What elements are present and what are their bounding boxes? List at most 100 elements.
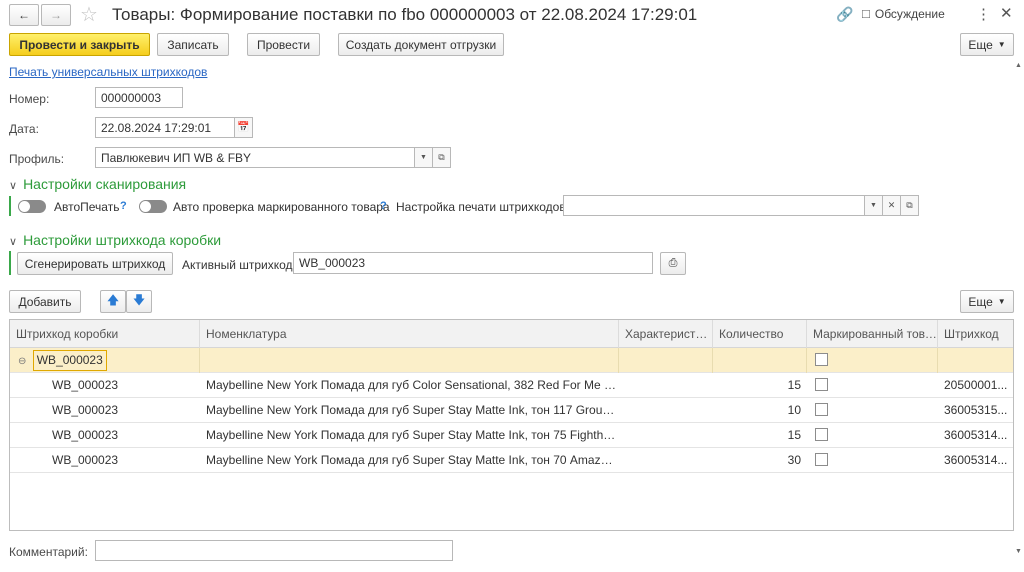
column-characteristic[interactable]: Характеристика (619, 320, 713, 348)
menu-kebab-icon[interactable]: ⋮ (976, 5, 991, 23)
open-icon: ⧉ (906, 200, 913, 210)
move-down-button[interactable]: 🡇 (126, 290, 152, 313)
group-empty-cell (619, 348, 713, 373)
printer-icon: ⎙ (668, 257, 678, 269)
discussion-label: Обсуждение (874, 6, 945, 21)
group-empty-cell (713, 348, 807, 373)
box-settings-header[interactable]: ∨ Настройки штрихкода коробки (9, 232, 221, 248)
row-barcode: 36005315... (944, 403, 1008, 417)
marked-checkbox[interactable] (815, 403, 828, 416)
marked-checkbox[interactable] (815, 428, 828, 441)
row-box-barcode: WB_000023 (52, 428, 119, 442)
active-barcode-label: Активный штрихкод: (182, 258, 296, 272)
marked-checkbox[interactable] (815, 378, 828, 391)
row-quantity: 10 (787, 403, 801, 417)
scroll-down-icon[interactable]: ▼ (1015, 548, 1022, 555)
collapse-icon[interactable]: ⊖ (18, 356, 26, 367)
column-nomenclature[interactable]: Номенклатура (200, 320, 619, 348)
row-quantity: 15 (787, 428, 801, 442)
chevron-down-icon: ▼ (997, 297, 1006, 306)
row-nomenclature: Maybelline New York Помада для губ Super… (206, 453, 619, 467)
auto-check-toggle[interactable] (139, 200, 167, 213)
row-nomenclature: Maybelline New York Помада для губ Super… (206, 403, 619, 417)
active-barcode-field[interactable]: WB_000023 (293, 252, 653, 274)
profile-dropdown-button[interactable]: ▼ (415, 147, 433, 168)
link-icon[interactable]: 🔗 (836, 6, 853, 23)
row-box-barcode: WB_000023 (52, 378, 119, 392)
row-nomenclature: Maybelline New York Помада для губ Color… (206, 378, 619, 392)
chat-icon: □ (862, 6, 870, 21)
number-label: Номер: (9, 92, 50, 106)
profile-open-button[interactable]: ⧉ (433, 147, 451, 168)
print-button[interactable]: ⎙ (660, 252, 686, 275)
auto-check-label: Авто проверка маркированного товара (173, 200, 390, 214)
scan-settings-header[interactable]: ∨ Настройки сканирования (9, 176, 186, 192)
column-box-barcode[interactable]: Штрихкод коробки (10, 320, 200, 348)
table-header: Штрихкод коробки Номенклатура Характерис… (10, 320, 1013, 348)
date-label: Дата: (9, 122, 39, 136)
table-row[interactable]: WB_000023 Maybelline New York Помада для… (10, 423, 1013, 448)
add-button[interactable]: Добавить (9, 290, 81, 313)
open-icon: ⧉ (438, 152, 445, 162)
box-settings-bar (9, 251, 11, 275)
row-barcode: 36005314... (944, 428, 1008, 442)
group-empty-cell (200, 348, 619, 373)
generate-barcode-button[interactable]: Сгенерировать штрихкод (17, 252, 173, 275)
arrow-down-icon: 🡇 (132, 293, 146, 307)
move-up-button[interactable]: 🡅 (100, 290, 126, 313)
back-button[interactable]: ← (9, 4, 39, 26)
print-barcodes-link[interactable]: Печать универсальных штрихкодов (9, 65, 207, 79)
date-field[interactable]: 22.08.2024 17:29:01 (95, 117, 235, 138)
column-marked[interactable]: Маркированный товар (807, 320, 938, 348)
table-row[interactable]: WB_000023 Maybelline New York Помада для… (10, 373, 1013, 398)
post-and-close-button[interactable]: Провести и закрыть (9, 33, 150, 56)
scroll-up-icon[interactable]: ▲ (1015, 62, 1022, 69)
print-settings-clear-button[interactable]: ✕ (883, 195, 901, 216)
arrow-left-icon: ← (18, 8, 30, 22)
column-barcode[interactable]: Штрихкод (938, 320, 1013, 348)
marked-checkbox[interactable] (815, 453, 828, 466)
profile-field[interactable]: Павлюкевич ИП WB & FBY (95, 147, 415, 168)
group-row[interactable]: ⊖ WB_000023 (10, 348, 1013, 373)
row-quantity: 15 (787, 378, 801, 392)
calendar-button[interactable]: 📅 (235, 117, 253, 138)
save-button[interactable]: Записать (157, 33, 229, 56)
marked-checkbox[interactable] (815, 353, 828, 366)
row-box-barcode: WB_000023 (52, 403, 119, 417)
box-settings-title: Настройки штрихкода коробки (23, 232, 222, 248)
window-title: Товары: Формирование поставки по fbo 000… (112, 5, 698, 24)
chevron-down-icon: ∨ (9, 236, 18, 248)
table-more-label: Еще (968, 294, 993, 309)
row-quantity: 30 (787, 453, 801, 467)
scan-settings-title: Настройки сканирования (23, 176, 187, 192)
forward-button[interactable]: → (41, 4, 71, 26)
row-barcode: 20500001... (944, 378, 1008, 392)
scan-settings-bar (9, 196, 11, 216)
autoprint-help-icon[interactable]: ? (120, 200, 127, 212)
clear-icon: ✕ (887, 200, 896, 210)
create-shipment-button[interactable]: Создать документ отгрузки (338, 33, 504, 56)
table-more-button[interactable]: Еще ▼ (960, 290, 1014, 313)
column-quantity[interactable]: Количество (713, 320, 807, 348)
autoprint-toggle[interactable] (18, 200, 46, 213)
more-button[interactable]: Еще ▼ (960, 33, 1014, 56)
print-settings-field[interactable] (563, 195, 865, 216)
comment-field[interactable] (95, 540, 453, 561)
auto-check-help-icon[interactable]: ? (380, 200, 387, 212)
star-icon[interactable]: ☆ (80, 2, 98, 27)
number-field[interactable]: 000000003 (95, 87, 183, 108)
table-row[interactable]: WB_000023 Maybelline New York Помада для… (10, 398, 1013, 423)
discussion-button[interactable]: □ Обсуждение (862, 6, 945, 21)
post-button[interactable]: Провести (247, 33, 320, 56)
chevron-down-icon: ▼ (997, 40, 1006, 49)
row-nomenclature: Maybelline New York Помада для губ Super… (206, 428, 619, 442)
comment-label: Комментарий: (9, 545, 88, 559)
profile-label: Профиль: (9, 152, 65, 166)
close-icon[interactable]: ✕ (1000, 4, 1013, 22)
print-settings-dropdown-button[interactable]: ▼ (865, 195, 883, 216)
group-box-barcode: WB_000023 (32, 350, 107, 371)
table-row[interactable]: WB_000023 Maybelline New York Помада для… (10, 448, 1013, 473)
print-settings-open-button[interactable]: ⧉ (901, 195, 919, 216)
items-table[interactable]: Штрихкод коробки Номенклатура Характерис… (9, 319, 1014, 531)
row-barcode: 36005314... (944, 453, 1008, 467)
